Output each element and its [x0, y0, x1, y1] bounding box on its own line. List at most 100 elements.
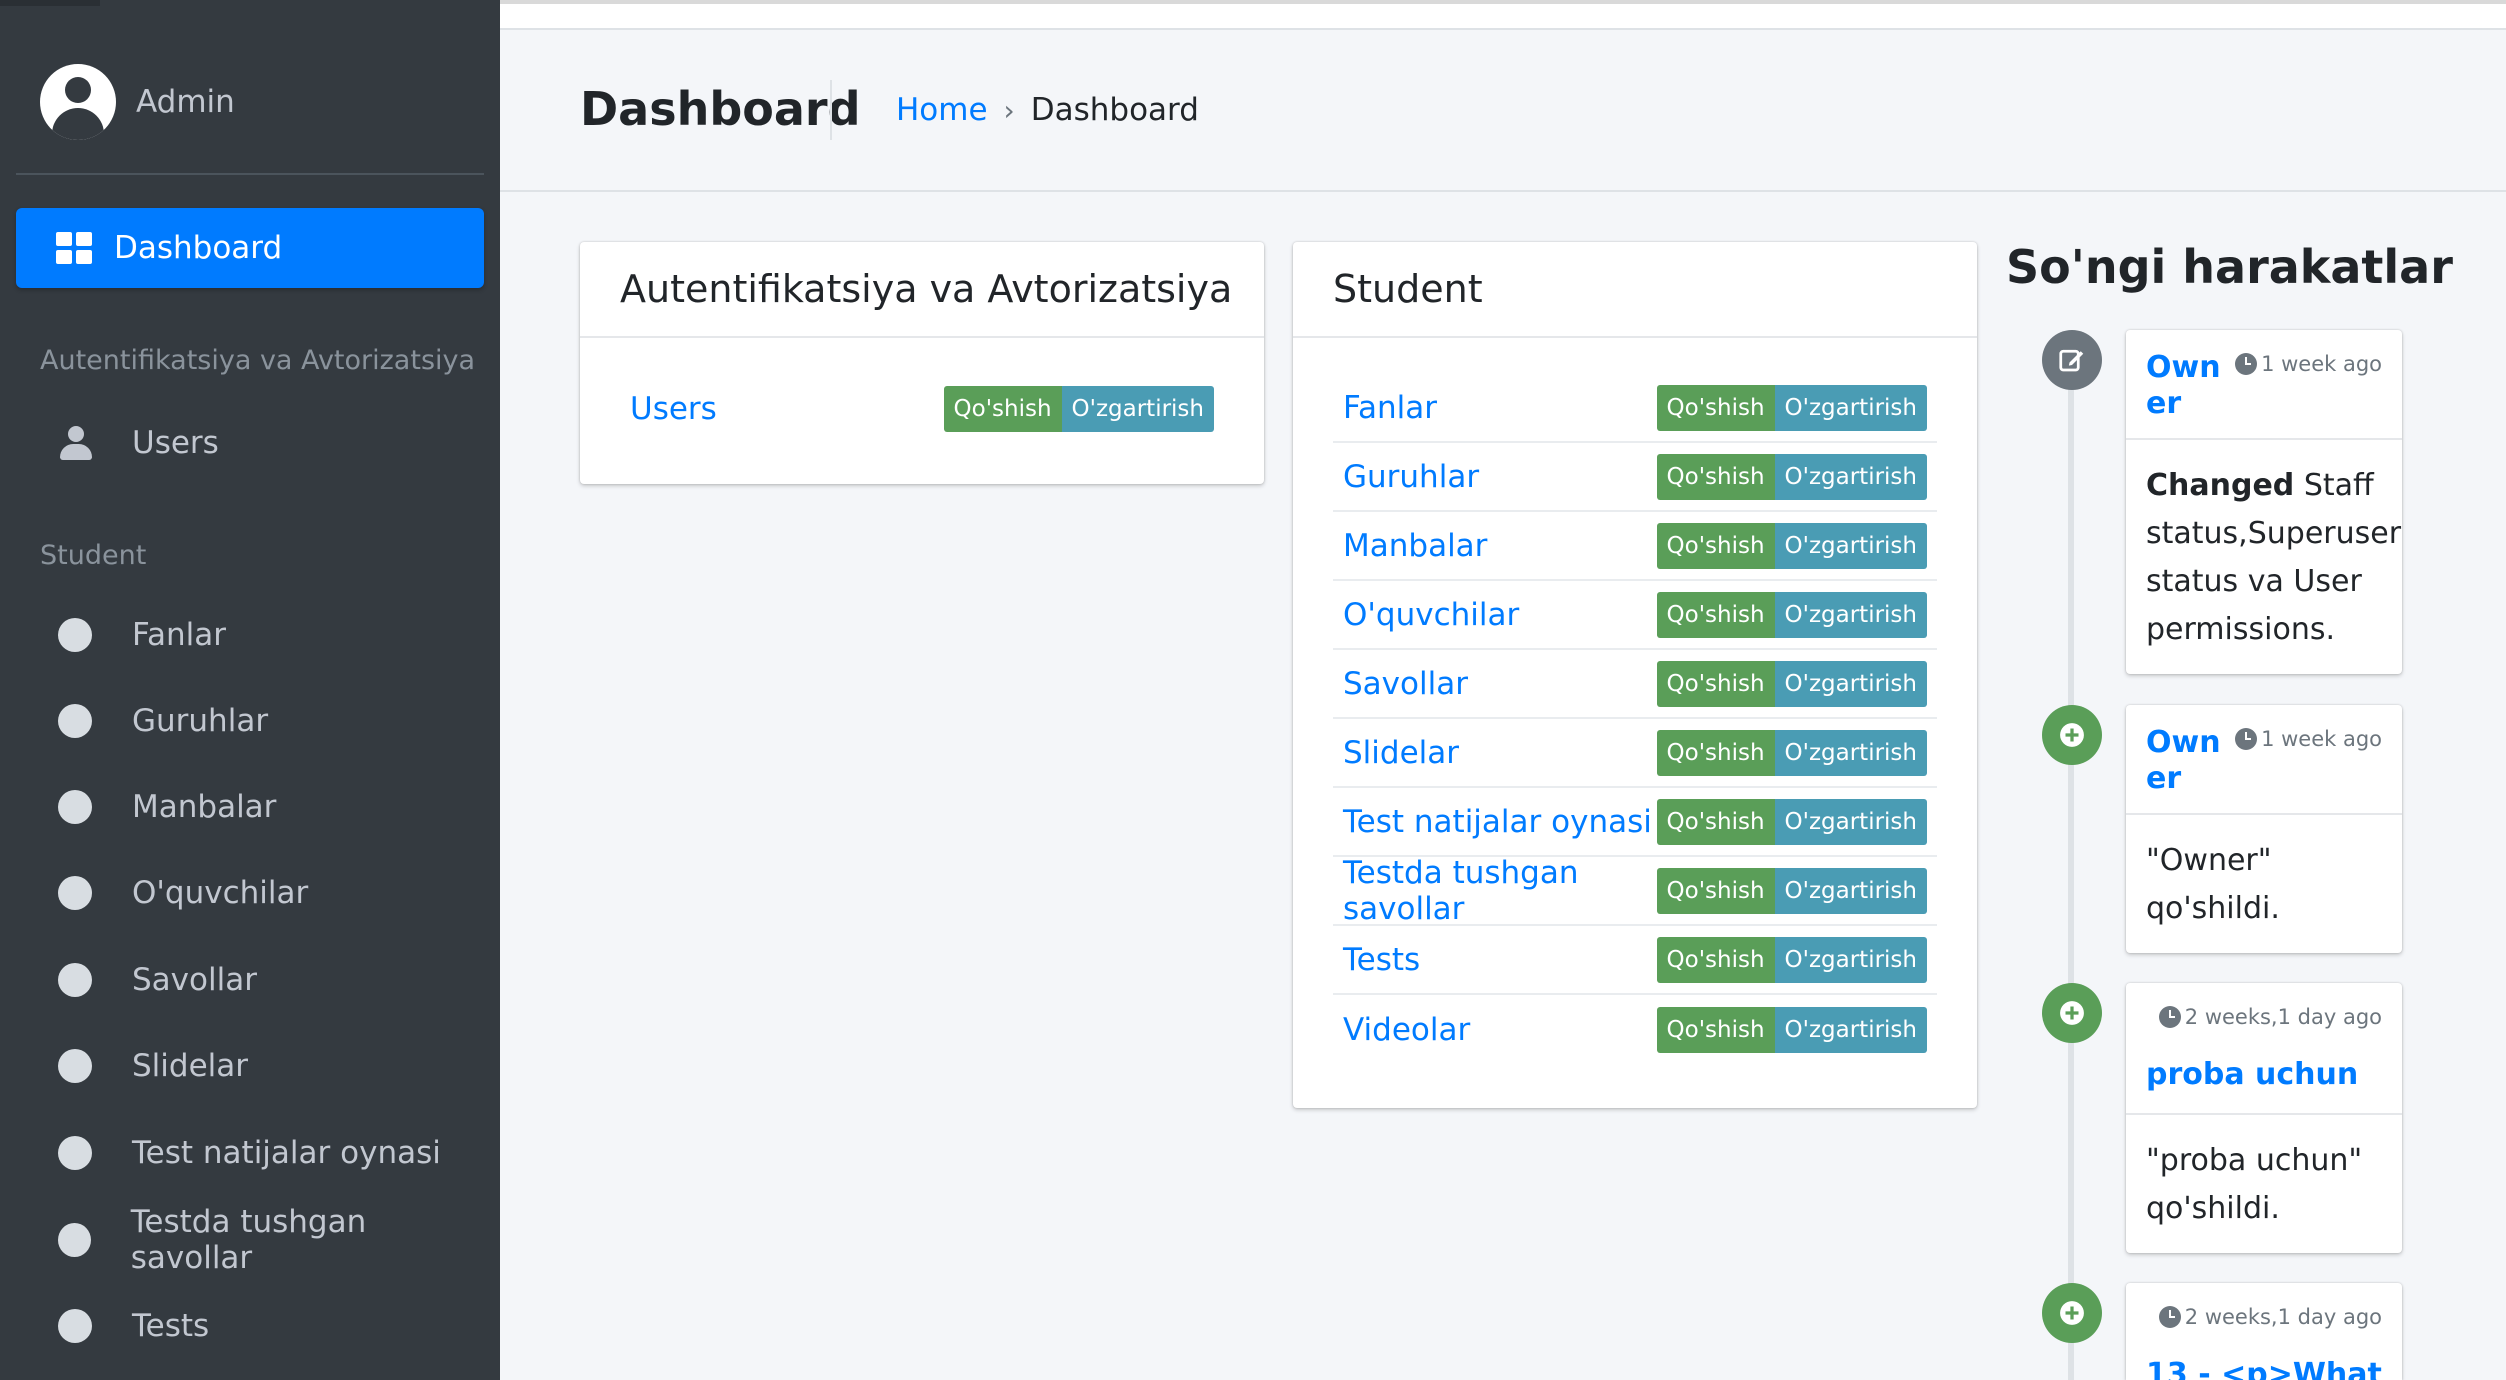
- user-name: Admin: [136, 83, 235, 120]
- timeline-time-text: 1 week ago: [2261, 352, 2382, 376]
- model-link-users[interactable]: Users: [630, 391, 717, 427]
- add-button[interactable]: Qo'shish: [1656, 522, 1775, 569]
- add-button[interactable]: Qo'shish: [1656, 591, 1775, 638]
- sidebar-item-fanlar[interactable]: Fanlar: [16, 600, 484, 670]
- app-card-auth: Autentifikatsiya va Avtorizatsiya Users …: [580, 242, 1264, 484]
- change-button[interactable]: O'zgartirish: [1774, 384, 1927, 431]
- change-button[interactable]: O'zgartirish: [1774, 1006, 1927, 1053]
- model-row-videolar: Videolar Qo'shish O'zgartirish: [1333, 995, 1937, 1064]
- change-button[interactable]: O'zgartirish: [1774, 591, 1927, 638]
- card-title: Student: [1293, 242, 1977, 338]
- sidebar-item-label: Guruhlar: [132, 703, 269, 739]
- add-button[interactable]: Qo'shish: [1656, 729, 1775, 776]
- change-button[interactable]: O'zgartirish: [1061, 385, 1214, 432]
- change-button[interactable]: O'zgartirish: [1774, 660, 1927, 707]
- model-link-guruhlar[interactable]: Guruhlar: [1343, 459, 1479, 495]
- sidebar-item-manbalar[interactable]: Manbalar: [16, 772, 484, 842]
- change-button[interactable]: O'zgartirish: [1774, 729, 1927, 776]
- clock-icon: [2158, 1006, 2181, 1028]
- breadcrumb-separator: ›: [1003, 93, 1015, 127]
- model-link-tests[interactable]: Tests: [1343, 942, 1420, 978]
- circle-icon: [58, 1223, 91, 1257]
- model-row-slidelar: Slidelar Qo'shish O'zgartirish: [1333, 719, 1937, 788]
- timeline-time-text: 1 week ago: [2261, 727, 2382, 751]
- sidebar-item-tests[interactable]: Tests: [16, 1291, 484, 1361]
- breadcrumb-home-link[interactable]: Home: [896, 92, 988, 128]
- user-panel[interactable]: Admin: [16, 30, 484, 175]
- add-button[interactable]: Qo'shish: [1656, 660, 1775, 707]
- edit-icon: [2042, 330, 2102, 390]
- timeline-text: permissions.: [2146, 612, 2335, 647]
- sidebar-item-slidelar[interactable]: Slidelar: [16, 1031, 484, 1101]
- add-button[interactable]: Qo'shish: [943, 385, 1062, 432]
- timeline-author[interactable]: Own er: [2146, 725, 2221, 797]
- circle-icon: [58, 704, 92, 738]
- model-link-fanlar[interactable]: Fanlar: [1343, 390, 1437, 426]
- add-button[interactable]: Qo'shish: [1656, 384, 1775, 431]
- change-button[interactable]: O'zgartirish: [1774, 798, 1927, 845]
- model-link-test-natijalar[interactable]: Test natijalar oynasi: [1343, 804, 1652, 840]
- timeline-body: Changed Staff status,Superuser status va…: [2126, 440, 2402, 674]
- add-button[interactable]: Qo'shish: [1656, 798, 1775, 845]
- timeline-object-link[interactable]: proba uchun: [2146, 1057, 2358, 1093]
- sidebar-item-label: Testda tushgan savollar: [130, 1204, 367, 1276]
- circle-icon: [58, 1309, 92, 1343]
- clock-icon: [2235, 353, 2258, 375]
- add-button[interactable]: Qo'shish: [1656, 867, 1775, 914]
- model-row-testda-savollar: Testda tushgan savollar Qo'shish O'zgartir…: [1333, 855, 1937, 927]
- change-button[interactable]: O'zgartirish: [1774, 522, 1927, 569]
- sidebar-item-label: O'quvchilar: [132, 875, 309, 911]
- sidebar-item-testda-savollar[interactable]: Testda tushgan savollar: [16, 1204, 484, 1276]
- sidebar-top-line: [0, 0, 100, 6]
- timeline-item: Own er 1 week ago "Owner" qo'shildi.: [2126, 705, 2402, 953]
- sidebar-item-test-natijalar[interactable]: Test natijalar oynasi: [16, 1118, 484, 1188]
- timeline-object-link[interactable]: 13 - <p>What: [2146, 1357, 2382, 1380]
- change-button[interactable]: O'zgartirish: [1774, 453, 1927, 500]
- timeline-item: 2 weeks,1 day ago 13 - <p>What: [2126, 1283, 2402, 1380]
- timeline-item: 2 weeks,1 day ago proba uchun "proba uch…: [2126, 983, 2402, 1253]
- timeline-author-part: er: [2146, 386, 2182, 421]
- model-row-tests: Tests Qo'shish O'zgartirish: [1333, 926, 1937, 995]
- content-header: Dashboard Home › Dashboard: [500, 30, 2506, 192]
- sidebar-header-student: Student: [40, 540, 147, 571]
- page-title: Dashboard: [580, 82, 861, 136]
- sidebar-item-users[interactable]: Users: [16, 408, 484, 478]
- model-actions: Qo'shish O'zgartirish: [1656, 453, 1927, 500]
- user-icon: [60, 426, 92, 460]
- avatar-icon: [40, 63, 116, 140]
- card-title: Autentifikatsiya va Avtorizatsiya: [580, 242, 1264, 338]
- model-link-manbalar[interactable]: Manbalar: [1343, 528, 1487, 564]
- timeline-item-header: 2 weeks,1 day ago proba uchun: [2126, 983, 2402, 1115]
- sidebar-item-guruhlar[interactable]: Guruhlar: [16, 686, 484, 756]
- add-button[interactable]: Qo'shish: [1656, 453, 1775, 500]
- sidebar-item-label: Manbalar: [132, 789, 277, 825]
- timeline-text: "Owner": [2146, 843, 2272, 878]
- model-link-savollar[interactable]: Savollar: [1343, 666, 1468, 702]
- model-link-slidelar[interactable]: Slidelar: [1343, 735, 1459, 771]
- add-button[interactable]: Qo'shish: [1656, 1006, 1775, 1053]
- timeline-author[interactable]: Own er: [2146, 350, 2221, 422]
- clock-icon: [2158, 1306, 2181, 1328]
- model-row-savollar: Savollar Qo'shish O'zgartirish: [1333, 650, 1937, 719]
- timeline-item-header: 2 weeks,1 day ago 13 - <p>What: [2126, 1283, 2402, 1380]
- circle-icon: [58, 790, 92, 824]
- model-row-test-natijalar: Test natijalar oynasi Qo'shish O'zgartiris…: [1333, 788, 1937, 857]
- app-card-student: Student Fanlar Qo'shish O'zgartirish Guruh…: [1293, 242, 1977, 1108]
- model-link-videolar[interactable]: Videolar: [1343, 1012, 1470, 1048]
- sidebar-item-savollar[interactable]: Savollar: [16, 945, 484, 1015]
- sidebar-item-label: Users: [132, 425, 219, 461]
- circle-icon: [58, 876, 92, 910]
- timeline-item: Own er 1 week ago Changed Staff status,Su…: [2126, 330, 2402, 674]
- model-link-testda-savollar[interactable]: Testda tushgan savollar: [1343, 855, 1657, 927]
- sidebar: Admin Dashboard Autentifikatsiya va Avto…: [0, 0, 500, 1380]
- sidebar-item-dashboard[interactable]: Dashboard: [16, 208, 484, 288]
- timeline-text: "proba uchun": [2146, 1143, 2363, 1178]
- change-button[interactable]: O'zgartirish: [1774, 867, 1927, 914]
- model-actions: Qo'shish O'zgartirish: [943, 385, 1214, 432]
- sidebar-item-label: Dashboard: [114, 230, 283, 266]
- timeline-author-part: er: [2146, 761, 2182, 796]
- sidebar-item-oquvchilar[interactable]: O'quvchilar: [16, 858, 484, 928]
- add-button[interactable]: Qo'shish: [1656, 936, 1775, 983]
- model-link-oquvchilar[interactable]: O'quvchilar: [1343, 597, 1519, 633]
- change-button[interactable]: O'zgartirish: [1774, 936, 1927, 983]
